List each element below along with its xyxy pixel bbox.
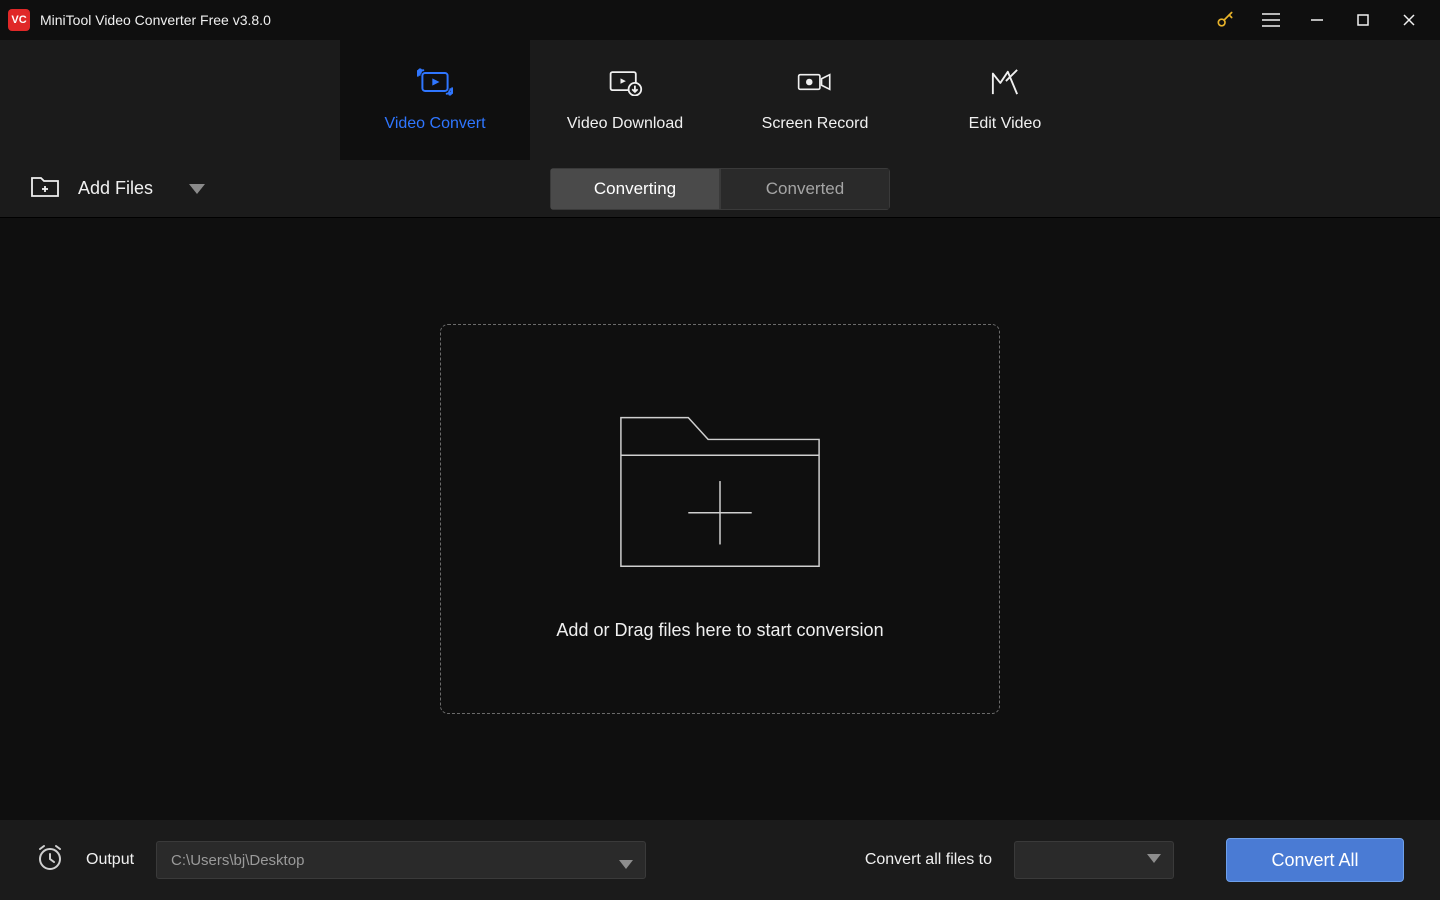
- minimize-button[interactable]: [1294, 0, 1340, 40]
- close-button[interactable]: [1386, 0, 1432, 40]
- segment-label: Converted: [766, 179, 844, 199]
- chevron-down-icon: [1147, 851, 1161, 869]
- output-label: Output: [86, 851, 134, 869]
- folder-plus-icon: [611, 397, 829, 582]
- dropzone-caption: Add or Drag files here to start conversi…: [556, 620, 883, 641]
- output-path-value: C:\Users\bj\Desktop: [171, 852, 304, 869]
- window-title: MiniTool Video Converter Free v3.8.0: [40, 12, 271, 28]
- edit-icon: [987, 68, 1023, 101]
- convert-all-label: Convert all files to: [865, 851, 992, 869]
- tab-label: Screen Record: [762, 115, 869, 133]
- tab-screen-record[interactable]: Screen Record: [720, 40, 910, 160]
- main-tabstrip: Video Convert Video Download Screen Reco…: [0, 40, 1440, 160]
- add-files-label: Add Files: [78, 178, 153, 199]
- download-icon: [607, 68, 643, 101]
- chevron-down-icon: [171, 178, 205, 199]
- status-segmented-control: Converting Converted: [550, 168, 890, 210]
- maximize-button[interactable]: [1340, 0, 1386, 40]
- tab-label: Video Download: [567, 115, 683, 133]
- convert-all-button[interactable]: Convert All: [1226, 838, 1404, 882]
- tab-video-download[interactable]: Video Download: [530, 40, 720, 160]
- sub-toolbar: Add Files Converting Converted: [0, 160, 1440, 218]
- tab-label: Edit Video: [969, 115, 1042, 133]
- folder-add-icon: [30, 174, 60, 203]
- add-files-button[interactable]: Add Files: [30, 174, 205, 203]
- hamburger-menu-icon[interactable]: [1248, 0, 1294, 40]
- segment-label: Converting: [594, 179, 676, 199]
- scheduler-icon[interactable]: [36, 844, 64, 877]
- app-logo: VC: [8, 9, 30, 31]
- output-path-selector[interactable]: C:\Users\bj\Desktop: [156, 841, 646, 879]
- convert-all-button-label: Convert All: [1271, 850, 1358, 871]
- record-icon: [797, 68, 833, 101]
- tab-video-convert[interactable]: Video Convert: [340, 40, 530, 160]
- dropzone[interactable]: Add or Drag files here to start conversi…: [440, 324, 1000, 714]
- titlebar: VC MiniTool Video Converter Free v3.8.0: [0, 0, 1440, 40]
- output-format-selector[interactable]: [1014, 841, 1174, 879]
- tab-label: Video Convert: [384, 115, 485, 133]
- segment-converted[interactable]: Converted: [720, 168, 890, 210]
- bottom-bar: Output C:\Users\bj\Desktop Convert all f…: [0, 820, 1440, 900]
- upgrade-key-icon[interactable]: [1202, 0, 1248, 40]
- tab-edit-video[interactable]: Edit Video: [910, 40, 1100, 160]
- convert-icon: [417, 68, 453, 101]
- main-area: Add or Drag files here to start conversi…: [0, 218, 1440, 820]
- segment-converting[interactable]: Converting: [550, 168, 720, 210]
